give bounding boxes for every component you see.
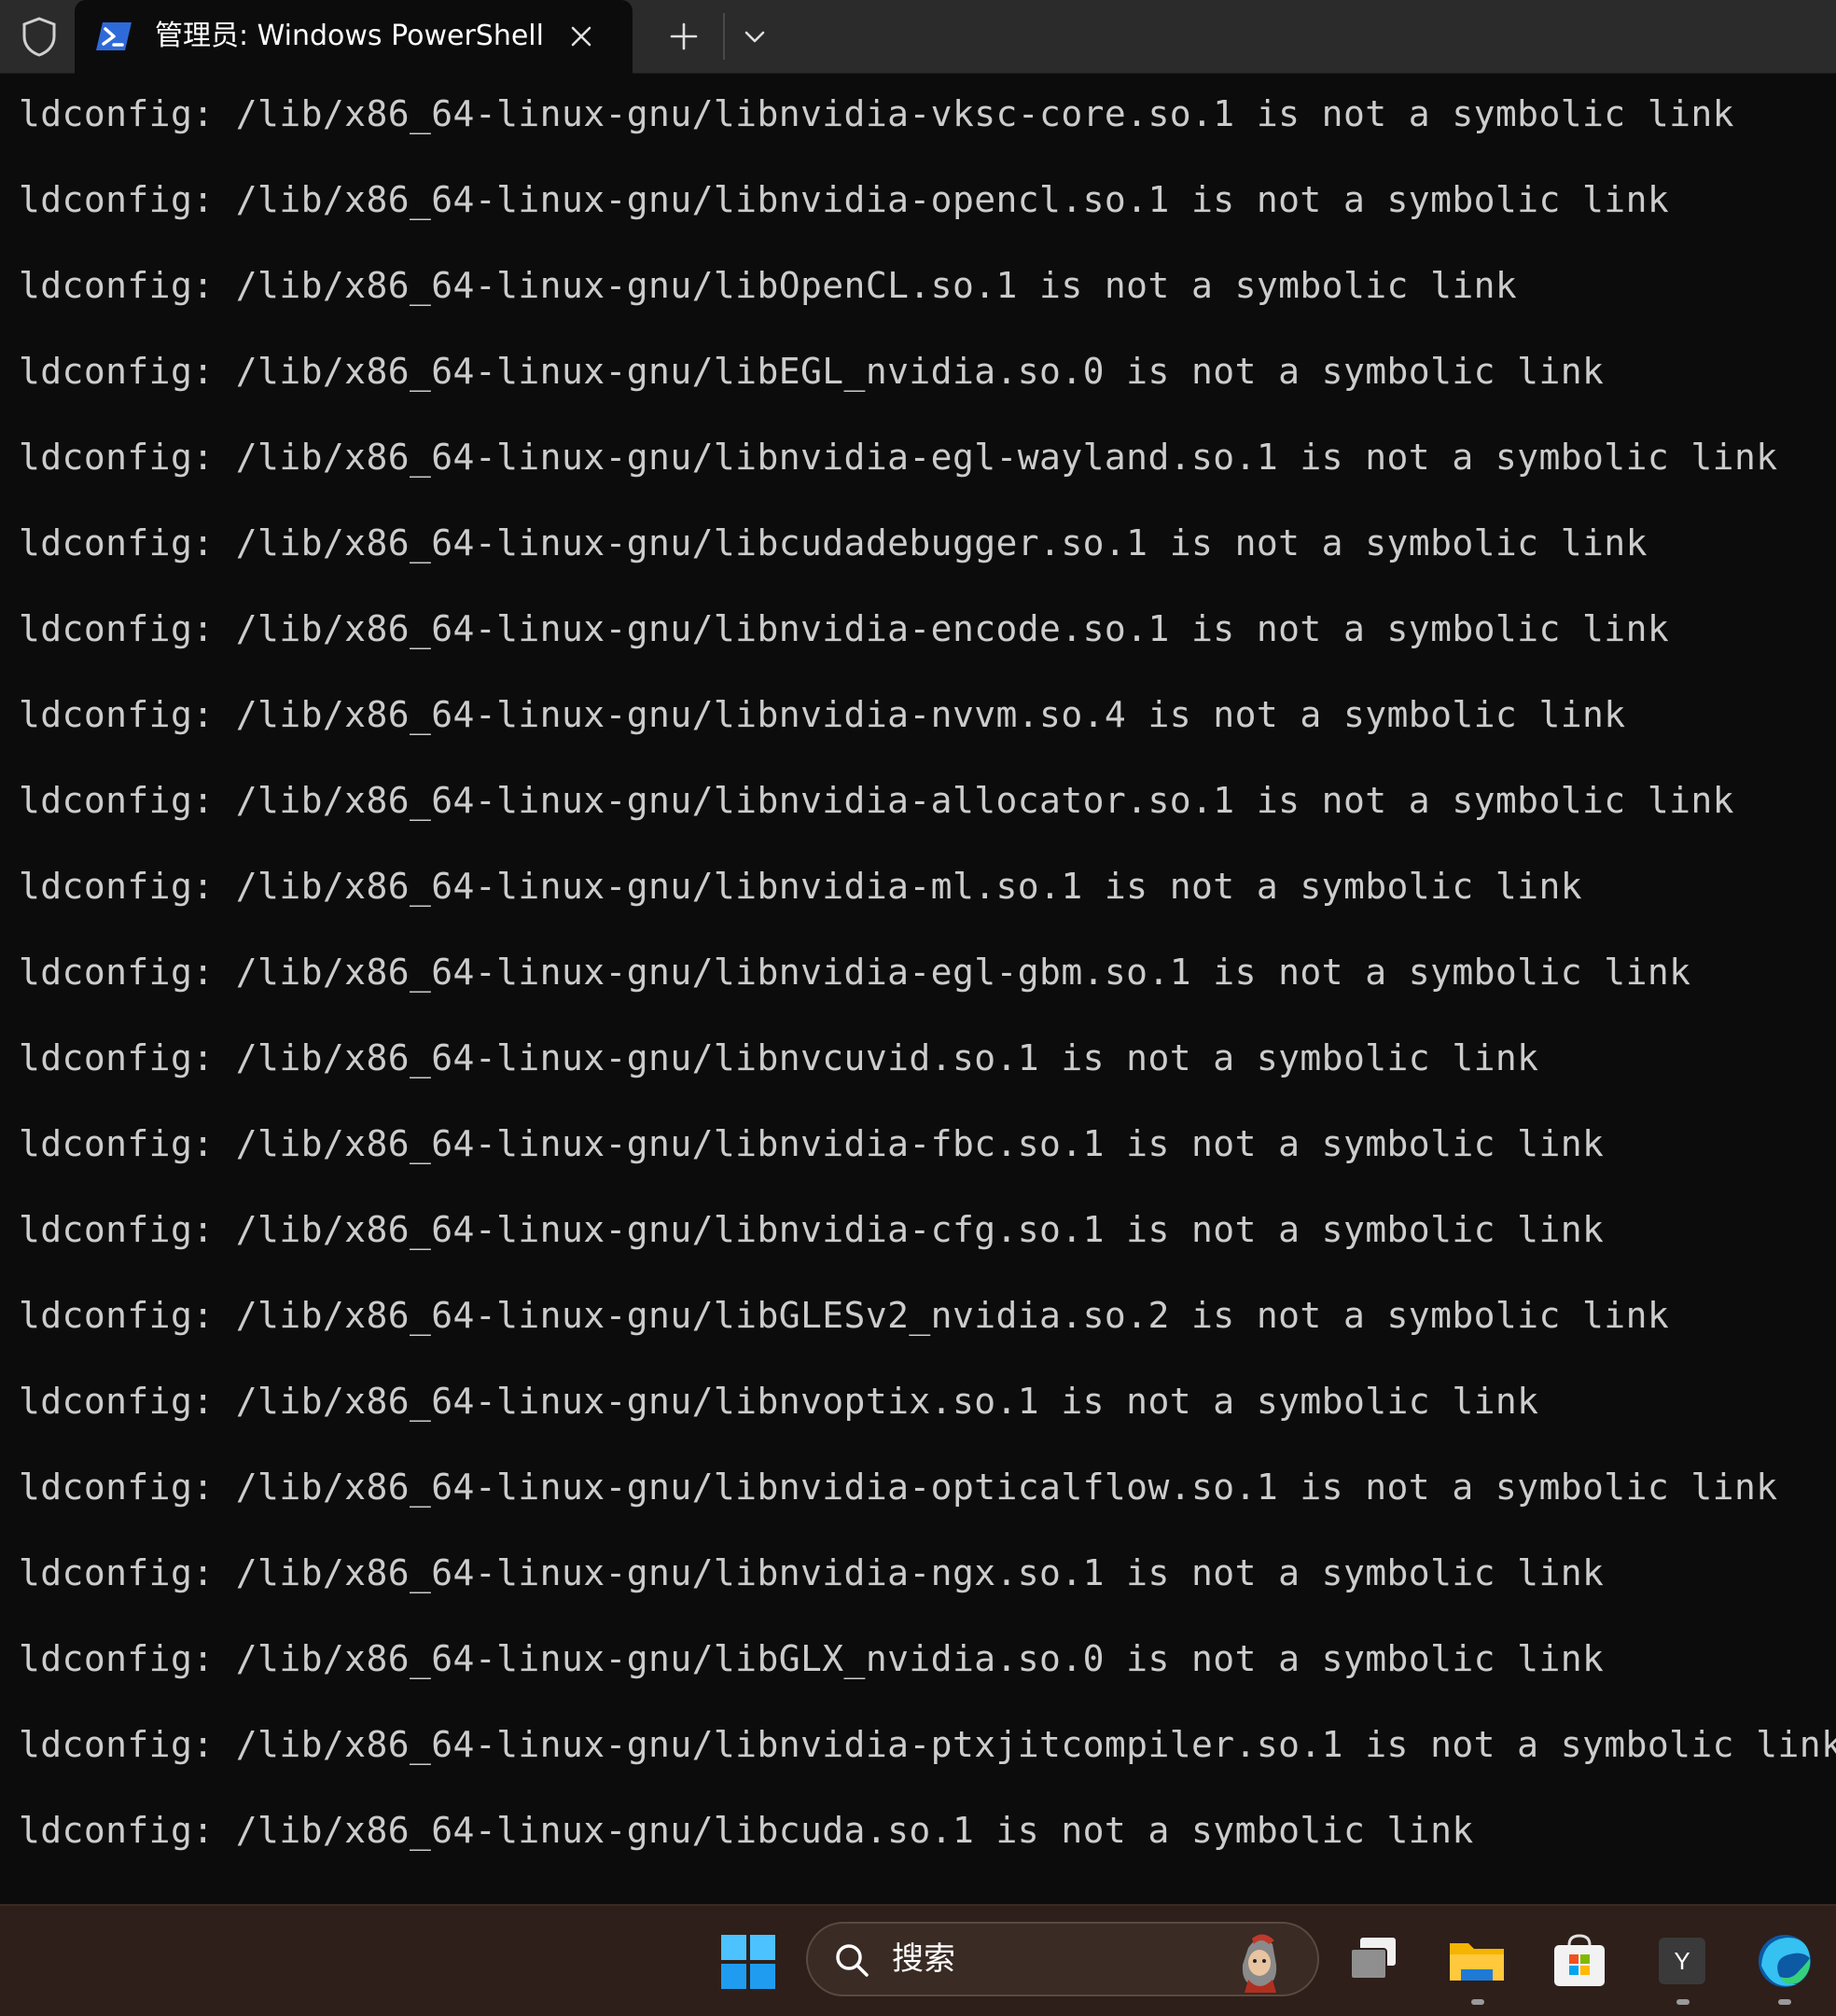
output-line: ldconfig: /lib/x86_64-linux-gnu/libOpenC…	[19, 265, 1518, 306]
output-line: ldconfig: /lib/x86_64-linux-gnu/libnvidi…	[19, 1724, 1836, 1765]
output-line: ldconfig: /lib/x86_64-linux-gnu/libnvidi…	[19, 437, 1778, 478]
file-explorer-indicator	[1471, 1999, 1484, 2005]
output-line: ldconfig: /lib/x86_64-linux-gnu/libGLX_n…	[19, 1638, 1605, 1679]
output-line: ldconfig: /lib/x86_64-linux-gnu/libGLESv…	[19, 1295, 1670, 1336]
edge-indicator	[1778, 1999, 1791, 2005]
search-highlight-icon	[1242, 1934, 1277, 1993]
y-app-indicator	[1676, 1999, 1690, 2005]
title-bar[interactable]: 管理员: Windows PowerShell	[0, 0, 1836, 74]
folder-icon[interactable]	[1446, 1930, 1508, 1992]
edge-icon[interactable]	[1754, 1930, 1815, 1992]
output-line: ldconfig: /lib/x86_64-linux-gnu/libnvidi…	[19, 93, 1734, 134]
task-view-icon[interactable]	[1343, 1930, 1405, 1992]
output-line: ldconfig: /lib/x86_64-linux-gnu/libnvcuv…	[19, 1037, 1539, 1078]
output-line: ldconfig: /lib/x86_64-linux-gnu/libnvidi…	[19, 952, 1691, 993]
search-placeholder: 搜索	[892, 1940, 955, 1978]
windows-logo-icon[interactable]	[720, 1934, 776, 1990]
output-line: ldconfig: /lib/x86_64-linux-gnu/libEGL_n…	[19, 351, 1605, 392]
search-box[interactable]: 搜索	[806, 1922, 1319, 1996]
close-icon[interactable]	[565, 21, 597, 52]
output-line: ldconfig: /lib/x86_64-linux-gnu/libnvopt…	[19, 1381, 1539, 1422]
output-line: ldconfig: /lib/x86_64-linux-gnu/libnvidi…	[19, 1467, 1778, 1508]
output-line: ldconfig: /lib/x86_64-linux-gnu/libnvidi…	[19, 1123, 1605, 1164]
shield-icon	[22, 17, 56, 57]
terminal-window: 管理员: Windows PowerShell ldconfig: /lib/x…	[0, 0, 1836, 2016]
y-app-label: Y	[1674, 1947, 1690, 1975]
tab-powershell[interactable]: 管理员: Windows PowerShell	[75, 0, 633, 74]
plus-icon[interactable]	[664, 17, 703, 56]
output-line: ldconfig: /lib/x86_64-linux-gnu/libnvidi…	[19, 1209, 1605, 1250]
output-line: ldconfig: /lib/x86_64-linux-gnu/libnvidi…	[19, 866, 1583, 907]
tab-title: 管理员: Windows PowerShell	[155, 20, 544, 52]
search-icon	[836, 1944, 869, 1977]
output-line: ldconfig: /lib/x86_64-linux-gnu/libnvidi…	[19, 694, 1626, 735]
output-line: ldconfig: /lib/x86_64-linux-gnu/libnvidi…	[19, 179, 1670, 220]
powershell-icon	[96, 22, 132, 50]
output-line: ldconfig: /lib/x86_64-linux-gnu/libcuda.…	[19, 1810, 1474, 1851]
y-app-icon[interactable]: Y	[1651, 1930, 1713, 1992]
store-icon[interactable]	[1549, 1930, 1610, 1992]
tab-separator	[723, 13, 725, 60]
output-line: ldconfig: /lib/x86_64-linux-gnu/libcudad…	[19, 522, 1648, 563]
output-line: ldconfig: /lib/x86_64-linux-gnu/libnvidi…	[19, 780, 1734, 821]
output-line: ldconfig: /lib/x86_64-linux-gnu/libnvidi…	[19, 608, 1670, 649]
chevron-down-icon[interactable]	[737, 19, 772, 54]
terminal-output[interactable]: ldconfig: /lib/x86_64-linux-gnu/libnvidi…	[0, 74, 1836, 1904]
output-line: ldconfig: /lib/x86_64-linux-gnu/libnvidi…	[19, 1552, 1605, 1593]
taskbar: 搜索 Y	[0, 1904, 1836, 2016]
